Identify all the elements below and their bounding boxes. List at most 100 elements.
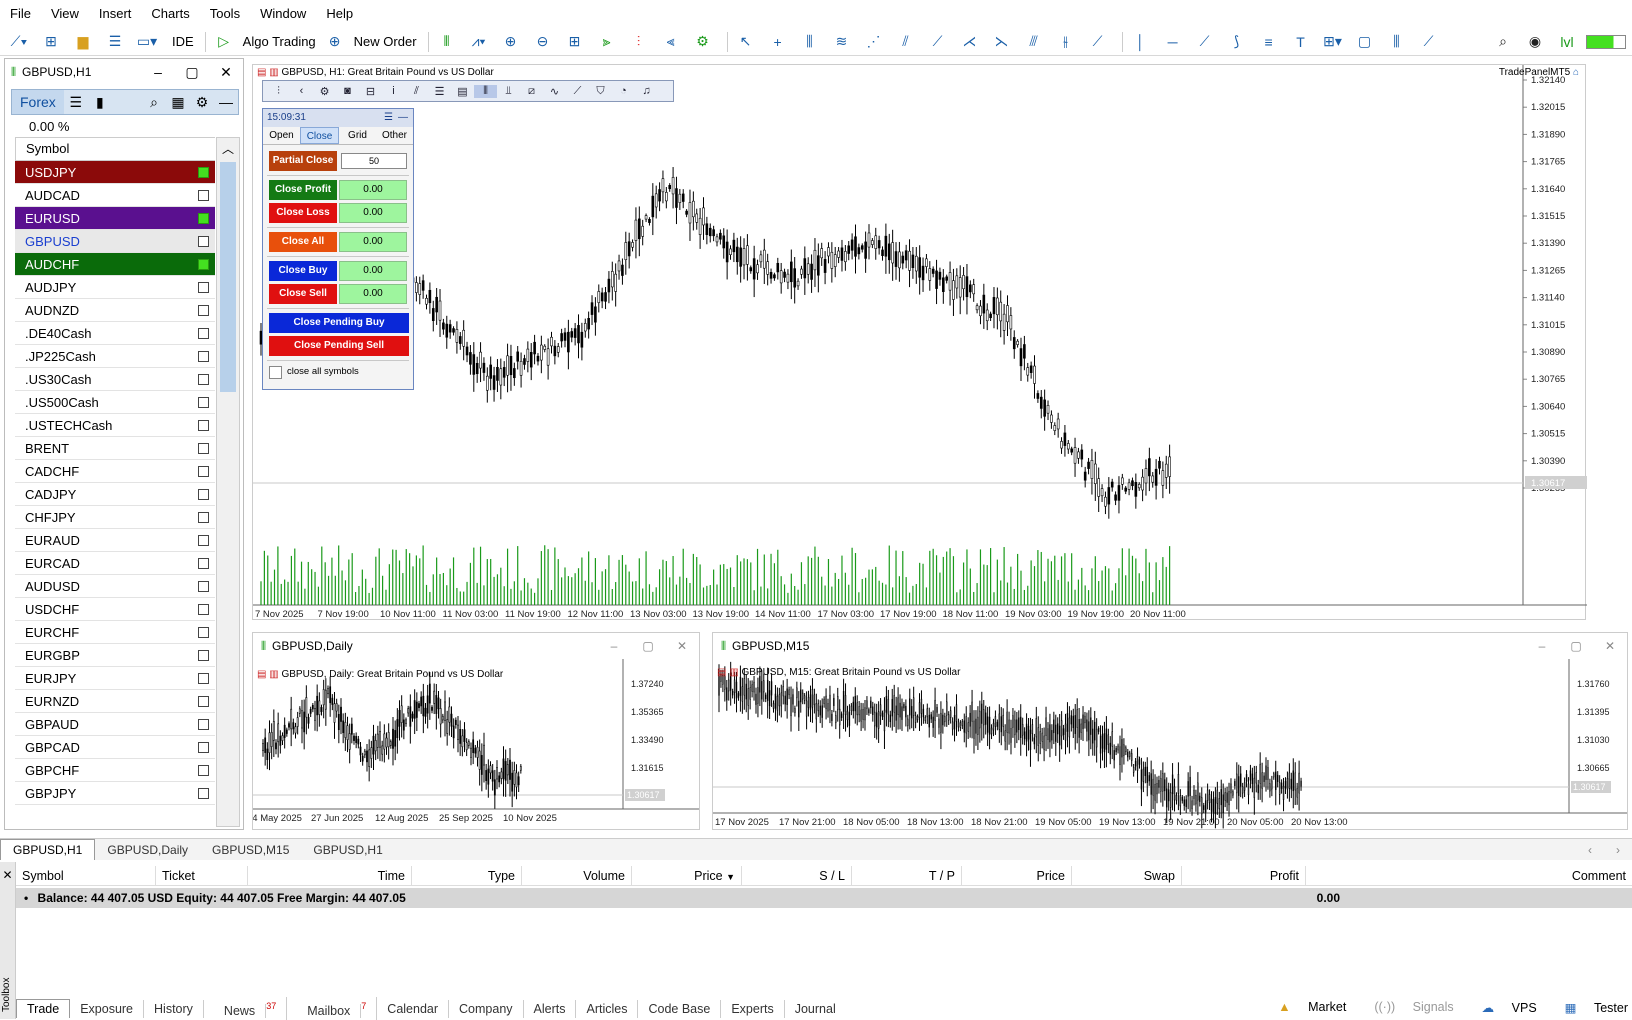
maximize-icon[interactable]: ▢ — [175, 64, 209, 81]
cursor-icon[interactable]: ↖ — [733, 30, 759, 54]
tab-calendar[interactable]: Calendar — [377, 999, 450, 1018]
close-profit-button[interactable]: Close Profit — [269, 180, 337, 200]
symbol-checkbox[interactable] — [198, 351, 209, 362]
symbol-row[interactable]: AUDCHF — [15, 253, 215, 276]
col-tp[interactable]: T / P — [852, 866, 962, 885]
gann-icon[interactable]: ⋋ — [989, 30, 1015, 54]
tab-grid[interactable]: Grid — [339, 127, 376, 144]
zoom-in-icon[interactable]: ⊕ — [498, 30, 524, 54]
trend-icon[interactable]: ⟋ — [566, 85, 589, 98]
search-icon[interactable]: ⌕ — [142, 94, 166, 111]
symbol-row[interactable]: USDCHF — [15, 598, 215, 621]
tab-news[interactable]: News 37 — [204, 997, 288, 1020]
collapse-icon[interactable]: — — [214, 94, 238, 110]
ide-button[interactable]: IDE — [166, 34, 200, 49]
fan-icon[interactable]: ⋰ — [861, 30, 887, 54]
daily-chart-canvas[interactable]: 1.37240 1.35365 1.33490 1.31615 1.30617 14 Ma… — [247, 659, 699, 829]
close-loss-button[interactable]: Close Loss — [269, 203, 337, 223]
symbol-checkbox[interactable] — [198, 558, 209, 569]
symbol-row[interactable]: AUDJPY — [15, 276, 215, 299]
symbol-row[interactable]: .JP225Cash — [15, 345, 215, 368]
symbol-row[interactable]: GBPUSD — [15, 230, 215, 253]
trend-icon[interactable]: ⟋ — [925, 30, 951, 54]
partial-close-button[interactable]: Partial Close — [269, 151, 337, 171]
chart-type-icon[interactable]: ⟋▾ — [6, 30, 32, 54]
tab-gbpusd-h1[interactable]: GBPUSD,H1 — [0, 839, 96, 860]
symbol-checkbox[interactable] — [198, 397, 209, 408]
tab-open[interactable]: Open — [263, 127, 300, 144]
new-order-icon[interactable]: ⊕ — [322, 30, 348, 54]
symbol-checkbox[interactable] — [198, 535, 209, 546]
symbol-row[interactable]: .US30Cash — [15, 368, 215, 391]
arc-icon[interactable]: ⟋ — [1085, 30, 1111, 54]
tab-gbpusd-daily[interactable]: GBPUSD,Daily — [95, 840, 200, 860]
search-icon[interactable]: ⌕ — [1490, 30, 1516, 54]
range-icon[interactable]: ⫫ — [497, 85, 520, 98]
symbol-row[interactable]: EURCAD — [15, 552, 215, 575]
symbol-checkbox[interactable] — [198, 328, 209, 339]
crosshair-icon[interactable]: + — [765, 30, 791, 54]
symbol-checkbox[interactable] — [198, 213, 209, 224]
pitchfork-icon[interactable]: ⋌ — [957, 30, 983, 54]
col-profit[interactable]: Profit — [1182, 866, 1306, 885]
tab-company[interactable]: Company — [449, 999, 524, 1018]
symbol-checkbox[interactable] — [198, 650, 209, 661]
tester-link[interactable]: ▦ Tester — [1551, 1000, 1628, 1015]
new-chart-icon[interactable]: ⊞ — [38, 30, 64, 54]
symbol-row[interactable]: CADCHF — [15, 460, 215, 483]
symbol-row[interactable]: BRENT — [15, 437, 215, 460]
table-icon[interactable]: ▤ — [451, 85, 474, 98]
back-icon[interactable]: ‹ — [290, 85, 313, 97]
symbol-row[interactable]: USDJPY — [15, 161, 215, 184]
profiles-icon[interactable]: ▭▾ — [134, 30, 160, 54]
col-time[interactable]: Time — [248, 866, 412, 885]
tab-mailbox[interactable]: Mailbox 7 — [287, 997, 378, 1020]
tab-gbpusd-h1-2[interactable]: GBPUSD,H1 — [301, 840, 394, 860]
account-icon[interactable]: ◉ — [1522, 30, 1548, 54]
candle-chart-icon[interactable]: ⫶ — [626, 30, 652, 54]
symbol-row[interactable]: AUDNZD — [15, 299, 215, 322]
symbol-checkbox[interactable] — [198, 420, 209, 431]
close-buy-button[interactable]: Close Buy — [269, 261, 337, 281]
close-icon[interactable]: ✕ — [1593, 633, 1627, 659]
horizontal-line-icon[interactable]: ─ — [1160, 30, 1186, 54]
symbol-checkbox[interactable] — [198, 696, 209, 707]
indicators-icon[interactable]: ⩘▾ — [466, 30, 492, 54]
symbol-checkbox[interactable] — [198, 236, 209, 247]
new-order-button[interactable]: New Order — [354, 34, 423, 49]
grip-icon[interactable]: ⫶ — [267, 85, 290, 98]
parallel-icon[interactable]: ⫽ — [893, 30, 919, 54]
tab-exposure[interactable]: Exposure — [70, 999, 145, 1018]
symbol-scrollbar[interactable]: ︿ — [216, 137, 240, 827]
tab-journal[interactable]: Journal — [785, 1000, 846, 1018]
depth-icon[interactable]: ⫴ — [434, 30, 460, 54]
symbol-row[interactable]: .USTECHCash — [15, 414, 215, 437]
list-icon[interactable]: ☰ — [64, 94, 88, 111]
measure-icon[interactable]: ⟋ — [1416, 30, 1442, 54]
partial-close-input[interactable]: 50 — [341, 153, 407, 169]
slash-icon[interactable]: ⧄ — [520, 85, 543, 98]
tab-other[interactable]: Other — [376, 127, 413, 144]
vps-link[interactable]: ☁ VPS — [1468, 1000, 1537, 1015]
col-ticket[interactable]: Ticket — [156, 866, 248, 885]
algo-trading-button[interactable]: Algo Trading — [243, 34, 322, 49]
tab-history[interactable]: History — [144, 999, 204, 1018]
menu-file[interactable]: File — [0, 0, 41, 28]
symbol-checkbox[interactable] — [198, 305, 209, 316]
col-sl[interactable]: S / L — [742, 866, 852, 885]
close-pending-buy-button[interactable]: Close Pending Buy — [269, 313, 409, 333]
ray-icon[interactable]: ⫻ — [1021, 30, 1047, 54]
close-all-button[interactable]: Close All — [269, 232, 337, 252]
col-swap[interactable]: Swap — [1072, 866, 1182, 885]
shield-icon[interactable]: ⛉ — [589, 85, 612, 98]
symbol-row[interactable]: EURUSD — [15, 207, 215, 230]
close-icon[interactable]: ✕ — [665, 633, 699, 659]
bar-chart-icon[interactable]: ⫸ — [594, 30, 620, 54]
m15-chart-canvas[interactable]: 1.31760 1.31395 1.31030 1.30665 1.30617 17 No… — [713, 659, 1627, 829]
maximize-icon[interactable]: ▢ — [631, 633, 665, 659]
shapes-icon[interactable]: ⊞▾ — [1320, 30, 1346, 54]
scroll-thumb[interactable] — [220, 162, 236, 392]
algo-trading-icon[interactable]: ▷ — [211, 30, 237, 54]
tab-scroll-right-icon[interactable]: › — [1604, 840, 1632, 860]
tab-articles[interactable]: Articles — [576, 999, 639, 1018]
